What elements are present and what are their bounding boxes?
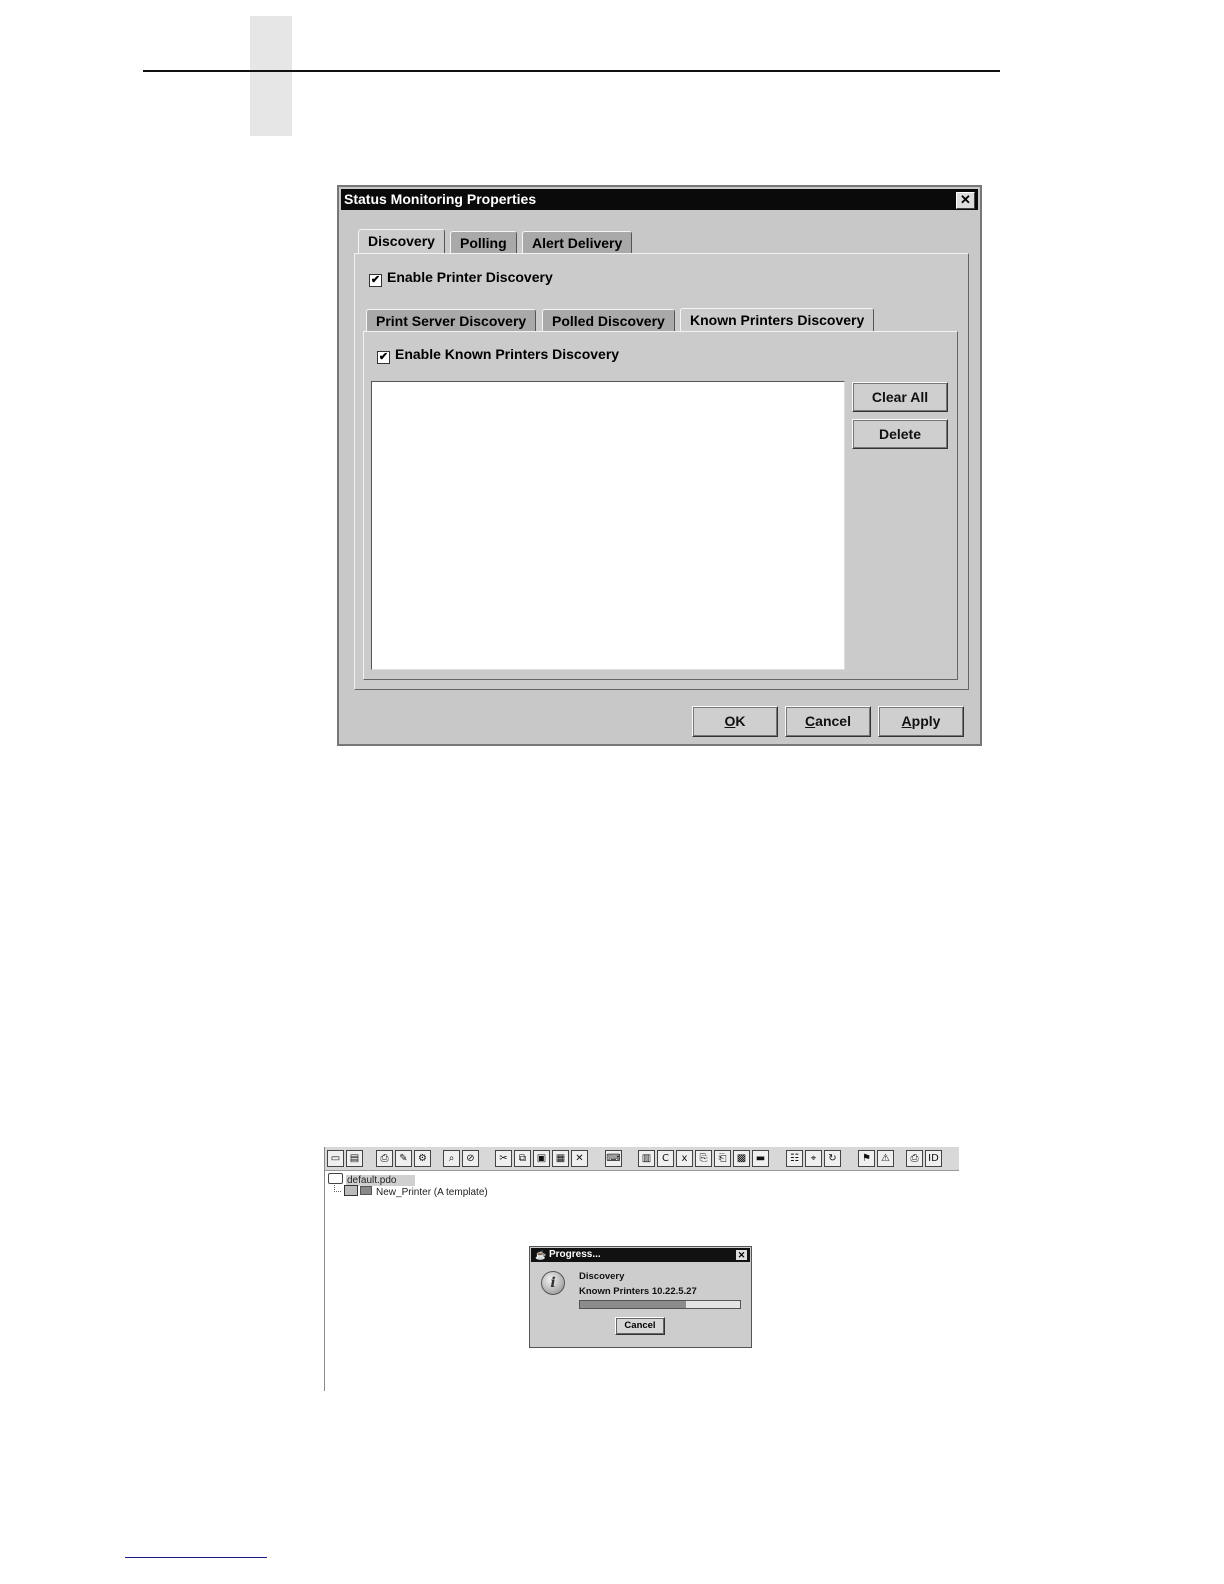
checkmark-icon: ✔	[370, 274, 381, 286]
open-icon[interactable]: ▭	[327, 1150, 344, 1167]
page-side-tab	[250, 16, 292, 136]
main-toolbar: ▭ ▤ ⎙ ✎ ⚙ ⌕ ⊘ ✂ ⧉ ▣ ▦ ✕ ⌨ ▥ Cⅹ ⎘ ⎗ ▩ ▬ ☷ ⌖ ↻ ⚑ ⚠ ⎙ ID	[325, 1147, 959, 1171]
dialog-titlebar: Status Monitoring Properties ✕	[341, 189, 978, 210]
keyboard-icon[interactable]: ⌨	[605, 1150, 622, 1167]
known-printers-list[interactable]	[371, 381, 845, 670]
new-printer-icon[interactable]: ⎙	[376, 1150, 393, 1167]
subtab-known-printers-discovery[interactable]: Known Printers Discovery	[680, 308, 875, 332]
paste-icon[interactable]: ▣	[533, 1150, 550, 1167]
refresh-icon[interactable]: ↻	[824, 1150, 841, 1167]
cut-icon[interactable]: ✂	[495, 1150, 512, 1167]
printer-manager-window: ▭ ▤ ⎙ ✎ ⚙ ⌕ ⊘ ✂ ⧉ ▣ ▦ ✕ ⌨ ▥ Cⅹ ⎘ ⎗ ▩ ▬ ☷ ⌖ ↻ ⚑ ⚠ ⎙ ID default.pdo…	[324, 1147, 959, 1391]
coffee-icon: ☕	[535, 1250, 547, 1260]
copy-icon[interactable]: ⧉	[514, 1150, 531, 1167]
progress-dialog: ☕ Progress... ✕ i Discovery Known Printe…	[529, 1246, 752, 1348]
status-monitoring-dialog: Status Monitoring Properties ✕ Discovery…	[337, 185, 982, 746]
info-glyph: i	[550, 1275, 556, 1291]
printer-queue-icon[interactable]: ☷	[786, 1150, 803, 1167]
close-icon: ✕	[737, 1250, 746, 1260]
apply-label: pply	[911, 713, 941, 729]
progress-title: Progress...	[549, 1249, 601, 1260]
printer-receive-icon[interactable]: ⎗	[714, 1150, 731, 1167]
progress-cancel-button[interactable]: Cancel	[615, 1317, 665, 1335]
paste-special-icon[interactable]: ▦	[552, 1150, 569, 1167]
discovery-tab-panel: ✔ Enable Printer Discovery Print Server D…	[354, 253, 969, 690]
printer-status-icon[interactable]: ⎙	[906, 1150, 923, 1167]
flag-icon[interactable]: ⚑	[858, 1150, 875, 1167]
printer-settings-icon[interactable]: ⚙	[414, 1150, 431, 1167]
folder-icon	[328, 1173, 343, 1184]
device-bar-icon[interactable]: ▬	[752, 1150, 769, 1167]
tree-node-label: New_Printer (A template)	[376, 1187, 488, 1198]
cancel-mnemonic: C	[805, 713, 816, 729]
enable-known-printers-checkbox[interactable]: ✔	[377, 351, 390, 364]
delete-icon[interactable]: ✕	[571, 1150, 588, 1167]
enable-printer-discovery-label: Enable Printer Discovery	[387, 269, 553, 285]
apply-mnemonic: A	[901, 713, 912, 729]
apply-button[interactable]: Apply	[878, 706, 964, 737]
progress-titlebar: ☕ Progress... ✕	[531, 1248, 750, 1262]
close-icon: ✕	[960, 192, 971, 207]
printer-send-icon[interactable]: ⎘	[695, 1150, 712, 1167]
progress-close-button[interactable]: ✕	[736, 1250, 747, 1260]
progress-heading: Discovery	[579, 1271, 625, 1282]
ok-label: K	[735, 713, 746, 729]
info-icon: i	[541, 1271, 565, 1295]
progress-detail: Known Printers 10.22.5.27	[579, 1286, 697, 1297]
stop-icon[interactable]: ⊘	[462, 1150, 479, 1167]
tab-polling[interactable]: Polling	[450, 231, 517, 254]
tree-node-new-printer[interactable]: New_Printer (A template)	[334, 1185, 488, 1198]
enable-printer-discovery-checkbox[interactable]: ✔	[369, 274, 382, 287]
xy-icon[interactable]: ⅹ	[676, 1150, 693, 1167]
alert-icon[interactable]: ⚠	[877, 1150, 894, 1167]
subtab-polled-discovery[interactable]: Polled Discovery	[542, 309, 675, 332]
tree-connector-icon	[334, 1185, 341, 1192]
c-icon[interactable]: C	[657, 1150, 674, 1167]
network-icon[interactable]: ⌖	[805, 1150, 822, 1167]
delete-button[interactable]: Delete	[852, 419, 948, 449]
ok-mnemonic: O	[724, 713, 736, 729]
cancel-label: ancel	[815, 713, 851, 729]
dialog-title: Status Monitoring Properties	[344, 191, 537, 207]
template-icon	[360, 1186, 372, 1195]
page-footer-rule	[125, 1557, 267, 1558]
query-icon[interactable]: ⌕	[443, 1150, 460, 1167]
clear-all-button[interactable]: Clear All	[852, 382, 948, 412]
dialog-close-button[interactable]: ✕	[956, 192, 975, 209]
enable-printer-discovery-row[interactable]: ✔ Enable Printer Discovery	[369, 268, 553, 287]
tab-discovery[interactable]: Discovery	[358, 229, 445, 255]
known-printers-panel: ✔ Enable Known Printers Discovery Clear A…	[363, 331, 958, 680]
tab-alert-delivery[interactable]: Alert Delivery	[522, 231, 633, 254]
cancel-button[interactable]: Cancel	[785, 706, 871, 737]
ok-button[interactable]: OK	[692, 706, 778, 737]
printer-config-icon[interactable]: ▥	[638, 1150, 655, 1167]
save-icon[interactable]: ▤	[346, 1150, 363, 1167]
subtab-print-server-discovery[interactable]: Print Server Discovery	[366, 309, 537, 332]
edit-printer-icon[interactable]: ✎	[395, 1150, 412, 1167]
page-header-rule	[143, 70, 1000, 72]
checkmark-icon: ✔	[378, 351, 389, 363]
enable-known-printers-row[interactable]: ✔ Enable Known Printers Discovery	[377, 345, 620, 364]
printer-group-icon[interactable]: ▩	[733, 1150, 750, 1167]
progress-bar	[579, 1300, 741, 1309]
printer-icon	[344, 1185, 358, 1196]
id-icon[interactable]: ID	[925, 1150, 942, 1167]
progress-bar-fill	[580, 1301, 686, 1308]
enable-known-printers-label: Enable Known Printers Discovery	[395, 346, 620, 362]
